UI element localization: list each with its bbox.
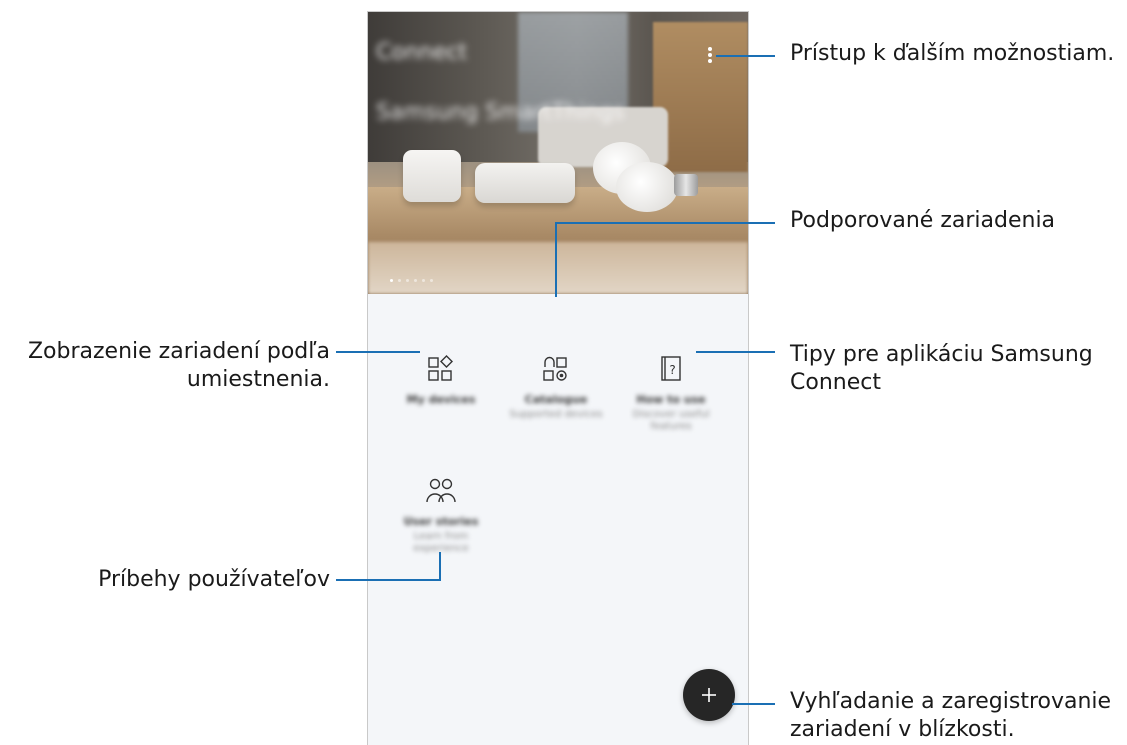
callout-supported-devices: Podporované zariadenia [790, 208, 1056, 233]
callout-location-line2: umiestnenia. [186, 367, 330, 392]
callout-more-options: Prístup k ďalším možnostiam. [790, 41, 1115, 66]
callout-tips-line1: Tipy pre aplikáciu Samsung [790, 342, 1093, 367]
callout-tips: Tipy pre aplikáciu Samsung Connect [790, 341, 1093, 397]
callout-search: Vyhľadanie a zaregistrovanie zariadení v… [790, 688, 1111, 744]
callout-search-line1: Vyhľadanie a zaregistrovanie [790, 689, 1112, 714]
callout-location-line1: Zobrazenie zariadení podľa [27, 339, 330, 364]
callout-tips-line2: Connect [790, 370, 881, 395]
callout-user-stories: Príbehy používateľov [98, 567, 330, 592]
callout-search-line2: zariadení v blízkosti. [790, 717, 1015, 742]
callout-location: Zobrazenie zariadení podľa umiestnenia. [28, 338, 330, 394]
